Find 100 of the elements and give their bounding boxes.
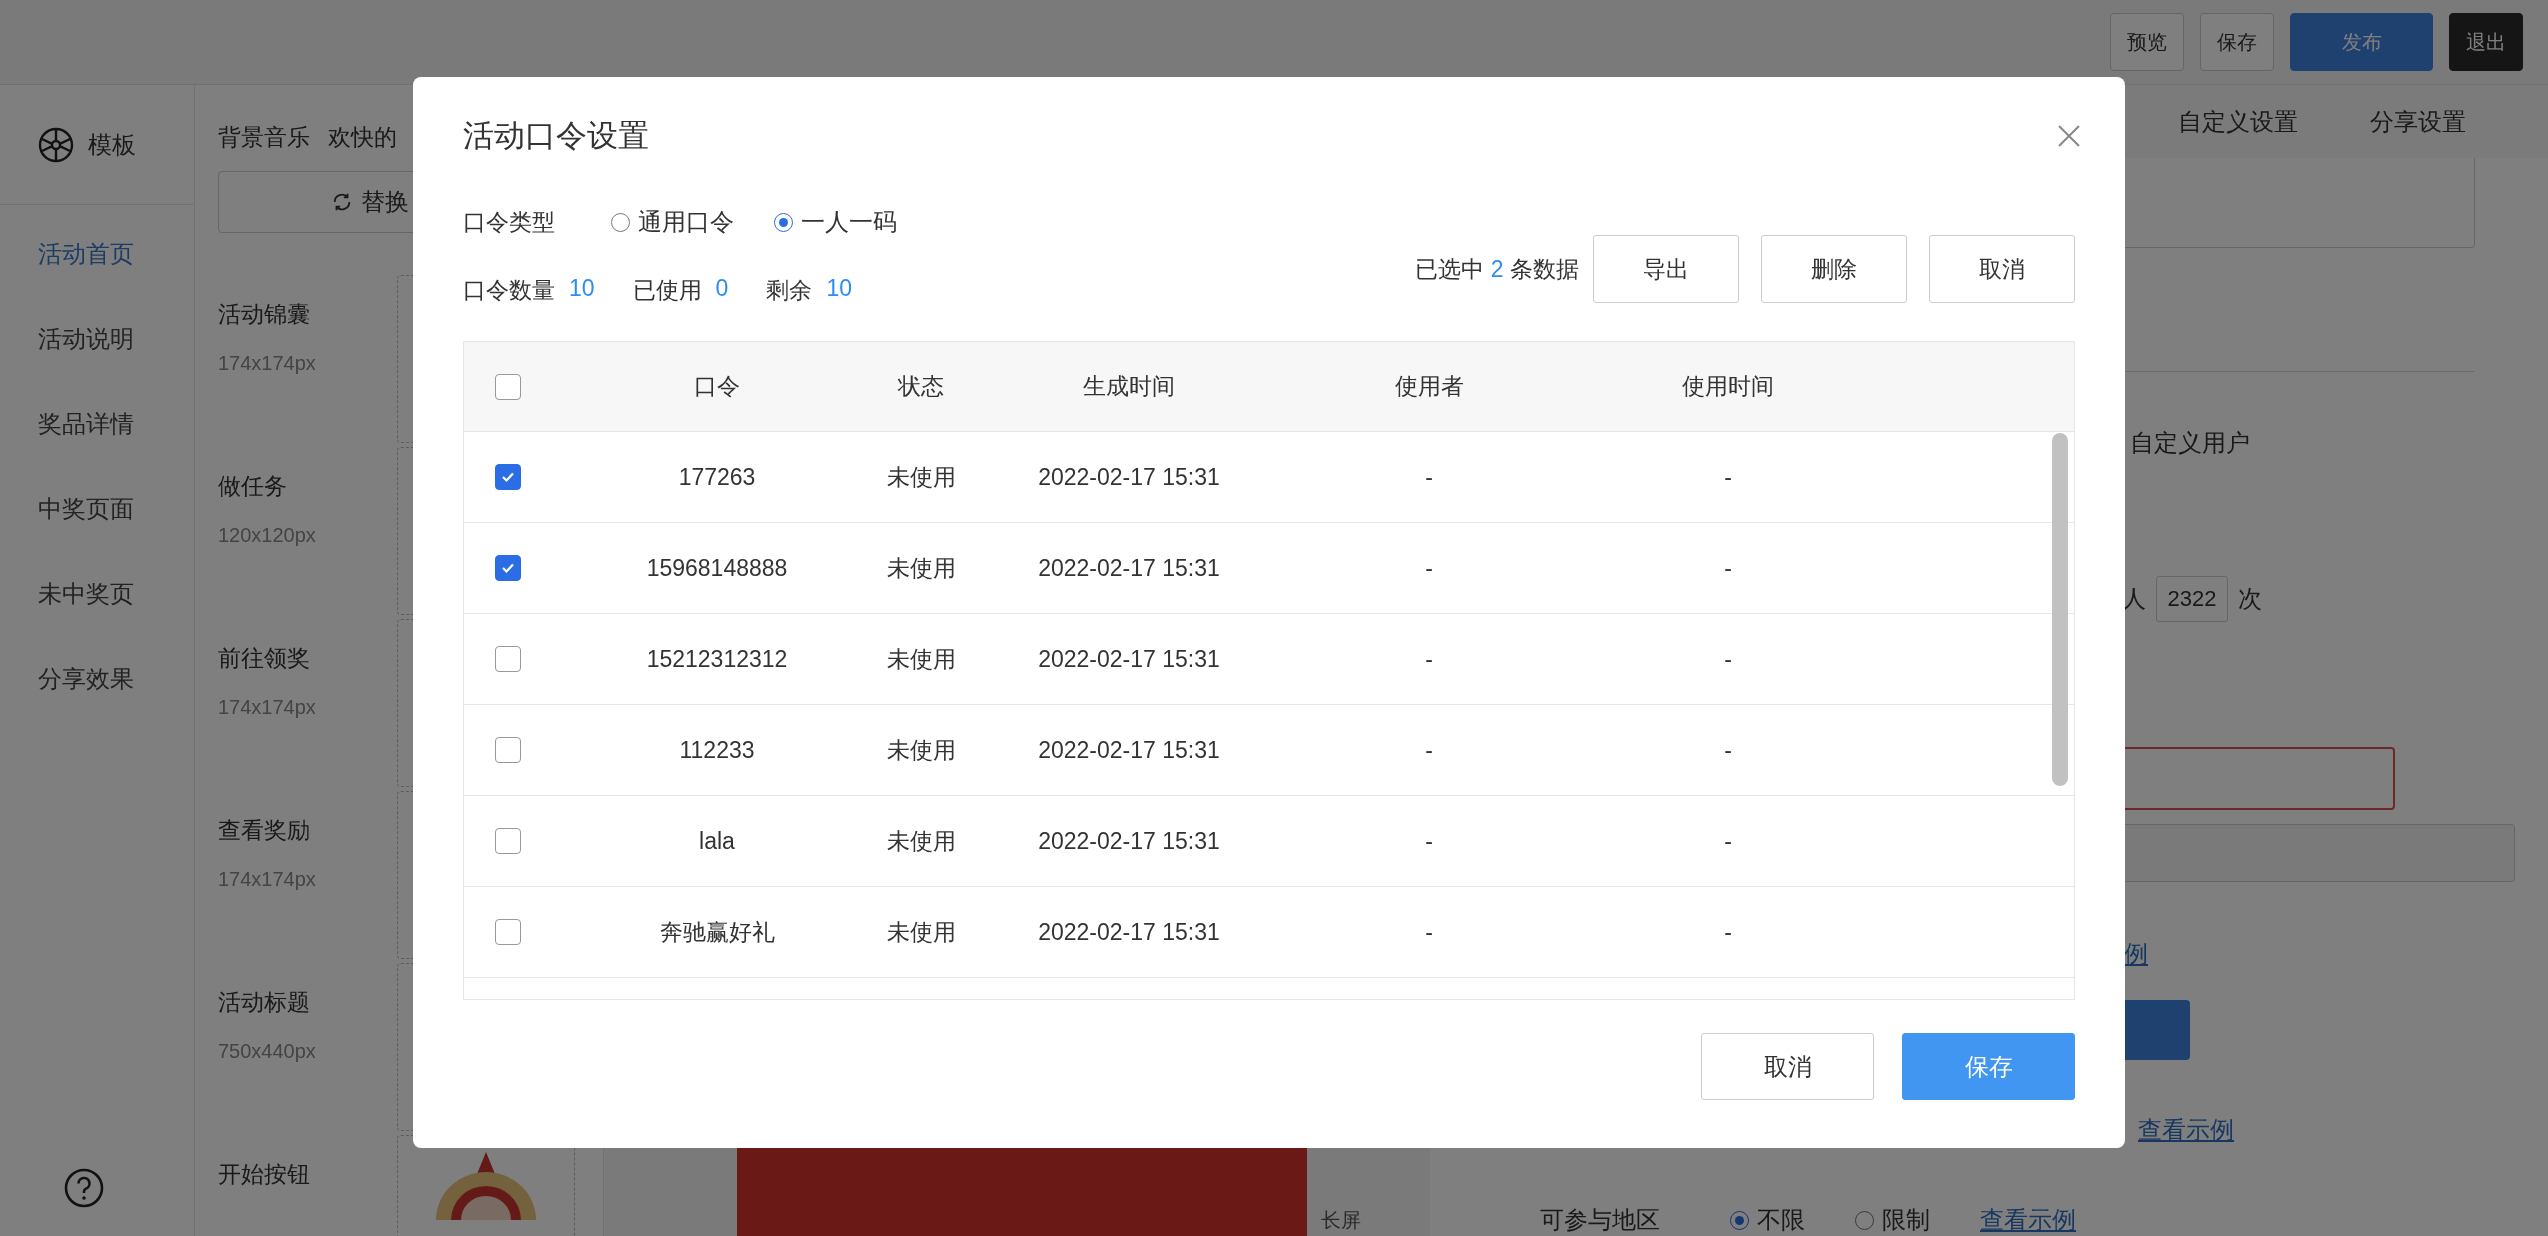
row-checkbox[interactable] (495, 646, 521, 672)
custom-user-label: 自定义用户 (2130, 428, 2250, 458)
table-cell: - (1425, 918, 1433, 946)
stat-value: 0 (715, 274, 729, 303)
footer-button[interactable]: 保存 (1902, 1033, 2075, 1100)
sidebar-item[interactable]: 奖品详情 (0, 381, 194, 466)
table-cell: - (1724, 918, 1732, 946)
selection-summary: 已选中 2 条数据 (1415, 254, 1579, 284)
action-button[interactable]: 导出 (1593, 235, 1739, 303)
toolbar-button[interactable]: 保存 (2200, 13, 2274, 71)
footer-button[interactable]: 取消 (1701, 1033, 1874, 1100)
sidebar-title: 模板 (88, 129, 136, 160)
sidebar-item[interactable]: 中奖页面 (0, 466, 194, 551)
table-cell: - (1724, 463, 1732, 491)
column-header: 状态 (898, 372, 944, 401)
asset-name: 活动锦囊 (218, 300, 311, 329)
table-cell-text: 未使用 (886, 644, 956, 674)
sidebar-item[interactable]: 活动说明 (0, 296, 194, 381)
table-cell: - (1425, 463, 1433, 491)
radio-option[interactable]: 限制 (1855, 1204, 1930, 1236)
table-cell: 2022-02-17 15:31 (1038, 736, 1220, 764)
asset-name: 做任务 (218, 472, 288, 501)
asset-name: 前往领奖 (218, 644, 311, 673)
example-link[interactable]: 查看示例 (2138, 1114, 2234, 1146)
table-cell: - (1724, 827, 1732, 855)
limit-label: 人 (2122, 584, 2146, 614)
table-cell: 2022-02-17 15:31 (1038, 645, 1220, 673)
radio-button[interactable] (1855, 1210, 1874, 1230)
dialog-title: 活动口令设置 (463, 117, 649, 155)
table-cell: 15212312312 (646, 645, 788, 673)
row-checkbox[interactable] (495, 464, 521, 490)
region-label: 可参与地区 (1540, 1205, 1660, 1235)
radio-label: 不限 (1757, 1205, 1805, 1235)
sidebar-item[interactable]: 活动首页 (0, 211, 194, 296)
radio-button[interactable] (611, 212, 630, 232)
asset-name: 活动标题 (218, 988, 311, 1017)
table-cell: - (1724, 645, 1732, 673)
toolbar-button[interactable]: 预览 (2110, 13, 2184, 71)
table-cell-text: 未使用 (886, 553, 956, 583)
table-cell: - (1425, 554, 1433, 582)
table-cell: - (1425, 827, 1433, 855)
row-checkbox[interactable] (495, 555, 521, 581)
table-cell: - (1724, 554, 1732, 582)
toolbar-button[interactable]: 发布 (2290, 13, 2433, 71)
stat-label: 已使用 (632, 275, 702, 305)
count-input[interactable]: 2322 (2156, 576, 2228, 622)
table-cell: - (1724, 736, 1732, 764)
stat-label: 口令数量 (463, 275, 555, 305)
radio-label: 一人一码 (801, 207, 897, 237)
limit-unit: 次 (2238, 584, 2262, 614)
help-icon[interactable] (64, 1168, 104, 1208)
column-header: 生成时间 (1083, 372, 1175, 401)
stat-label: 剩余 (766, 275, 813, 305)
table-cell: 112233 (679, 736, 755, 764)
settings-tab[interactable]: 自定义设置 (2148, 105, 2328, 138)
refresh-icon (331, 191, 353, 213)
wheel-icon (38, 126, 74, 163)
table-cell-text: 未使用 (886, 735, 956, 765)
radio-button[interactable] (1730, 1210, 1749, 1230)
stat-value: 10 (569, 274, 595, 303)
row-checkbox[interactable] (495, 828, 521, 854)
example-link[interactable]: 查看示例 (1980, 1204, 2076, 1236)
column-header: 使用者 (1394, 372, 1464, 401)
toolbar-button[interactable]: 退出 (2449, 13, 2523, 71)
action-button[interactable]: 删除 (1761, 235, 1907, 303)
radio-option[interactable]: 通用口令 (611, 206, 734, 238)
radio-label: 通用口令 (638, 207, 734, 237)
asset-name: 查看奖励 (218, 816, 311, 845)
row-checkbox[interactable] (495, 919, 521, 945)
music-label: 背景音乐 (218, 122, 310, 152)
table-cell: 2022-02-17 15:31 (1038, 827, 1220, 855)
close-icon (2057, 124, 2081, 148)
asset-size: 750x440px (218, 1040, 317, 1063)
example-link[interactable]: 例 (2124, 938, 2148, 970)
asset-size: 174x174px (218, 868, 317, 891)
column-header: 使用时间 (1682, 372, 1774, 401)
asset-size: 174x174px (218, 352, 317, 375)
radio-label: 限制 (1882, 1205, 1930, 1235)
row-checkbox[interactable] (495, 737, 521, 763)
canvas-caption: 长屏 (1321, 1208, 1361, 1233)
table-cell: lala (699, 827, 735, 855)
table-cell-text: 未使用 (886, 462, 956, 492)
column-header: 口令 (694, 372, 740, 401)
action-button[interactable]: 取消 (1929, 235, 2075, 303)
table-cell: 2022-02-17 15:31 (1038, 463, 1220, 491)
settings-tab[interactable]: 分享设置 (2328, 105, 2508, 138)
sidebar-item[interactable]: 未中奖页 (0, 551, 194, 636)
table-cell: - (1425, 645, 1433, 673)
table-cell-text: 未使用 (886, 917, 956, 947)
asset-size: 174x174px (218, 696, 317, 719)
music-name: 欢快的 (328, 122, 397, 152)
select-all-checkbox[interactable] (495, 373, 521, 400)
table-cell: 2022-02-17 15:31 (1038, 554, 1220, 582)
scrollbar-thumb[interactable] (2052, 433, 2068, 786)
asset-name: 开始按钮 (218, 1160, 311, 1189)
stat-value: 10 (826, 274, 852, 303)
table-cell-text: 奔驰赢好礼 (659, 917, 775, 947)
radio-button[interactable] (774, 212, 793, 232)
sidebar-item[interactable]: 分享效果 (0, 636, 194, 721)
radio-option[interactable]: 一人一码 (774, 206, 897, 238)
